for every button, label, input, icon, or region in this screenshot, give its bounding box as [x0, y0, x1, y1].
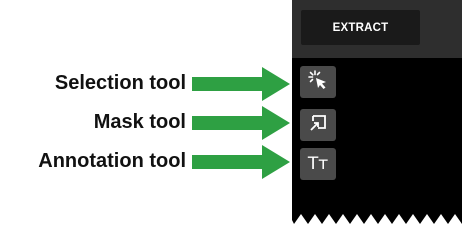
selection-tool-button[interactable]: [300, 66, 336, 98]
top-toolbar: EXTRACT: [292, 0, 462, 58]
annotation-tool-callout: Annotation tool: [38, 150, 186, 172]
mask-arrow-box-icon: [308, 113, 328, 138]
text-tt-icon: Tт: [307, 153, 329, 174]
mask-tool-button[interactable]: [300, 109, 336, 141]
app-panel: EXTRACT Tт: [292, 0, 462, 234]
callout-arrow-mask: [192, 106, 290, 140]
extract-button[interactable]: EXTRACT: [301, 10, 420, 45]
annotation-tool-button[interactable]: Tт: [300, 148, 336, 180]
cursor-sparkle-icon: [307, 69, 329, 96]
selection-tool-callout: Selection tool: [54, 72, 186, 94]
callout-arrow-selection: [192, 67, 290, 101]
callout-arrow-annotation: [192, 145, 290, 179]
mask-tool-callout: Mask tool: [93, 111, 186, 133]
